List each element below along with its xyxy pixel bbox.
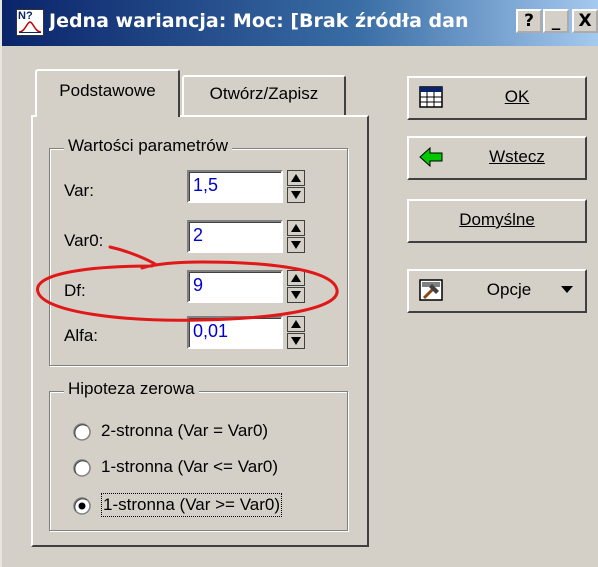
- back-arrow-icon: [419, 146, 443, 168]
- radio-2-stronna[interactable]: [73, 423, 91, 441]
- radio-1-stronna-le[interactable]: [73, 459, 91, 477]
- var-spinner[interactable]: [287, 170, 305, 203]
- chevron-down-icon: [561, 286, 573, 293]
- back-button-label: Wstecz: [489, 147, 545, 166]
- df-spinner[interactable]: [287, 270, 305, 303]
- df-input[interactable]: 9: [187, 270, 283, 303]
- spin-up-icon[interactable]: [287, 220, 305, 236]
- spin-down-icon[interactable]: [287, 287, 305, 303]
- help-button[interactable]: ?: [516, 9, 542, 33]
- alfa-spinner[interactable]: [287, 316, 305, 349]
- spin-up-icon[interactable]: [287, 316, 305, 332]
- curve-icon: [19, 21, 41, 33]
- minimize-button[interactable]: _: [543, 9, 569, 33]
- window-title: Jedna wariancja: Moc: [Brak źródła dan: [49, 10, 469, 32]
- app-icon: N?: [16, 9, 44, 36]
- var0-spinner[interactable]: [287, 220, 305, 253]
- var0-label: Var0:: [64, 231, 104, 250]
- tab-otworz-zapisz[interactable]: Otwórz/Zapisz: [182, 75, 346, 115]
- spin-down-icon[interactable]: [287, 187, 305, 203]
- alfa-label: Alfa:: [64, 326, 99, 345]
- spin-up-icon[interactable]: [287, 270, 305, 286]
- tab-podstawowe[interactable]: Podstawowe: [35, 69, 180, 117]
- options-button-label: Opcje: [486, 280, 532, 299]
- radio-1-stronna-ge[interactable]: [73, 497, 91, 515]
- options-button[interactable]: Opcje: [407, 269, 587, 313]
- params-group-label: Wartości parametrów: [64, 136, 232, 156]
- hypothesis-group-label: Hipoteza zerowa: [64, 379, 199, 399]
- table-icon: [419, 86, 443, 108]
- close-button[interactable]: X: [572, 9, 598, 33]
- radio-1-stronna-le-label[interactable]: 1-stronna (Var <= Var0): [101, 457, 278, 477]
- alfa-input[interactable]: 0,01: [187, 316, 283, 349]
- spin-up-icon[interactable]: [287, 170, 305, 186]
- ok-button[interactable]: OK: [407, 76, 587, 120]
- options-icon: [419, 279, 443, 301]
- defaults-button[interactable]: Domyślne: [407, 199, 587, 243]
- var-input[interactable]: 1,5: [187, 170, 283, 203]
- back-button[interactable]: Wstecz: [407, 136, 587, 180]
- spin-down-icon[interactable]: [287, 237, 305, 253]
- dialog-window: N? Jedna wariancja: Moc: [Brak źródła da…: [0, 0, 598, 567]
- ok-button-label: OK: [504, 87, 530, 106]
- radio-2-stronna-label[interactable]: 2-stronna (Var = Var0): [101, 421, 268, 441]
- spin-down-icon[interactable]: [287, 333, 305, 349]
- var0-input[interactable]: 2: [187, 220, 283, 253]
- title-bar[interactable]: N? Jedna wariancja: Moc: [Brak źródła da…: [2, 0, 598, 46]
- var-label: Var:: [64, 181, 94, 200]
- radio-1-stronna-ge-label[interactable]: 1-stronna (Var >= Var0): [100, 493, 283, 517]
- defaults-button-label: Domyślne: [459, 210, 535, 229]
- df-label: Df:: [64, 281, 86, 300]
